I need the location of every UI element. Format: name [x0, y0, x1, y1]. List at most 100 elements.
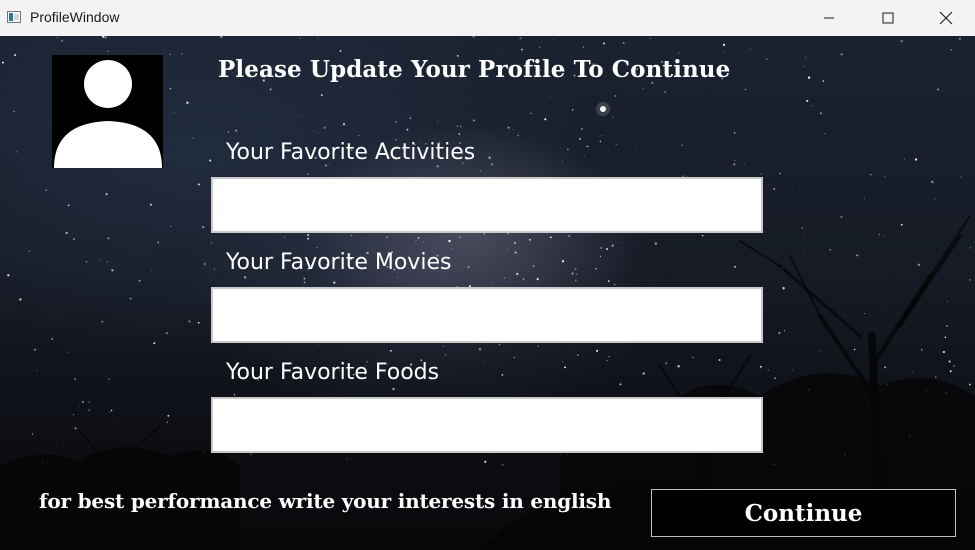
window-title: ProfileWindow [30, 9, 120, 25]
star [664, 91, 666, 93]
star [701, 234, 704, 237]
star [578, 137, 581, 140]
star [422, 241, 424, 243]
star [415, 240, 417, 242]
star [774, 377, 777, 380]
star [516, 272, 519, 276]
star [73, 414, 75, 416]
star [779, 172, 781, 175]
star [799, 188, 801, 190]
activities-label: Your Favorite Activities [226, 140, 476, 165]
star [299, 37, 301, 39]
star [532, 265, 535, 267]
star [853, 348, 856, 351]
movies-input[interactable] [211, 287, 763, 343]
title-bar[interactable]: ProfileWindow [0, 0, 975, 36]
star [574, 279, 577, 282]
star [595, 267, 597, 270]
star [512, 129, 514, 131]
star [197, 183, 200, 186]
star [744, 162, 745, 164]
star [642, 372, 645, 375]
star [358, 134, 360, 137]
star [397, 276, 398, 278]
star [170, 225, 172, 227]
star [437, 121, 439, 123]
star [564, 366, 566, 369]
star [19, 298, 22, 301]
profile-content: Please Update Your Profile To Continue Y… [0, 36, 975, 550]
star [665, 362, 668, 365]
profile-avatar[interactable] [52, 55, 163, 168]
star [13, 110, 15, 113]
star [968, 383, 971, 386]
star [778, 331, 781, 335]
star [409, 117, 412, 119]
star [744, 88, 747, 91]
star [760, 173, 763, 175]
star [611, 244, 614, 247]
star [513, 356, 516, 359]
maximize-icon [882, 12, 894, 24]
star [561, 160, 563, 162]
star [507, 126, 510, 129]
star [506, 249, 508, 251]
star [307, 173, 310, 175]
star [110, 409, 113, 412]
star [101, 320, 104, 323]
minimize-button[interactable] [800, 0, 858, 36]
star [150, 270, 152, 272]
star [958, 37, 961, 40]
maximize-button[interactable] [859, 0, 917, 36]
star [56, 36, 58, 38]
star [220, 36, 223, 38]
star [734, 265, 737, 268]
star [442, 345, 444, 347]
star [914, 158, 918, 161]
star [681, 144, 683, 146]
star [904, 158, 906, 160]
star [74, 427, 77, 430]
star [186, 101, 189, 104]
star [733, 163, 736, 166]
close-button[interactable] [917, 0, 975, 36]
star [519, 37, 522, 40]
star [320, 94, 323, 97]
foods-input[interactable] [211, 397, 763, 453]
movies-label: Your Favorite Movies [226, 250, 452, 275]
star [885, 304, 886, 306]
star [85, 261, 88, 263]
star [107, 51, 109, 52]
star [619, 383, 622, 386]
star [503, 463, 504, 465]
star [621, 242, 623, 244]
star [970, 247, 971, 249]
star [36, 369, 38, 371]
star [946, 325, 948, 327]
continue-button[interactable]: Continue [651, 489, 956, 537]
star [192, 137, 194, 139]
star [484, 460, 487, 463]
star [517, 134, 519, 137]
star [472, 119, 475, 122]
star [765, 58, 768, 60]
star [507, 233, 509, 235]
star [567, 148, 569, 151]
star [514, 242, 516, 244]
star [303, 277, 306, 280]
star [390, 349, 392, 352]
star [67, 204, 70, 207]
star [603, 42, 605, 45]
star [459, 125, 462, 128]
star [553, 39, 554, 40]
foods-label: Your Favorite Foods [226, 360, 440, 385]
star [227, 131, 230, 133]
star [576, 354, 579, 356]
star [306, 237, 310, 240]
star [599, 140, 602, 143]
star [73, 238, 75, 241]
star [213, 268, 215, 270]
activities-input[interactable] [211, 177, 763, 233]
star [969, 278, 971, 281]
star [333, 281, 336, 284]
